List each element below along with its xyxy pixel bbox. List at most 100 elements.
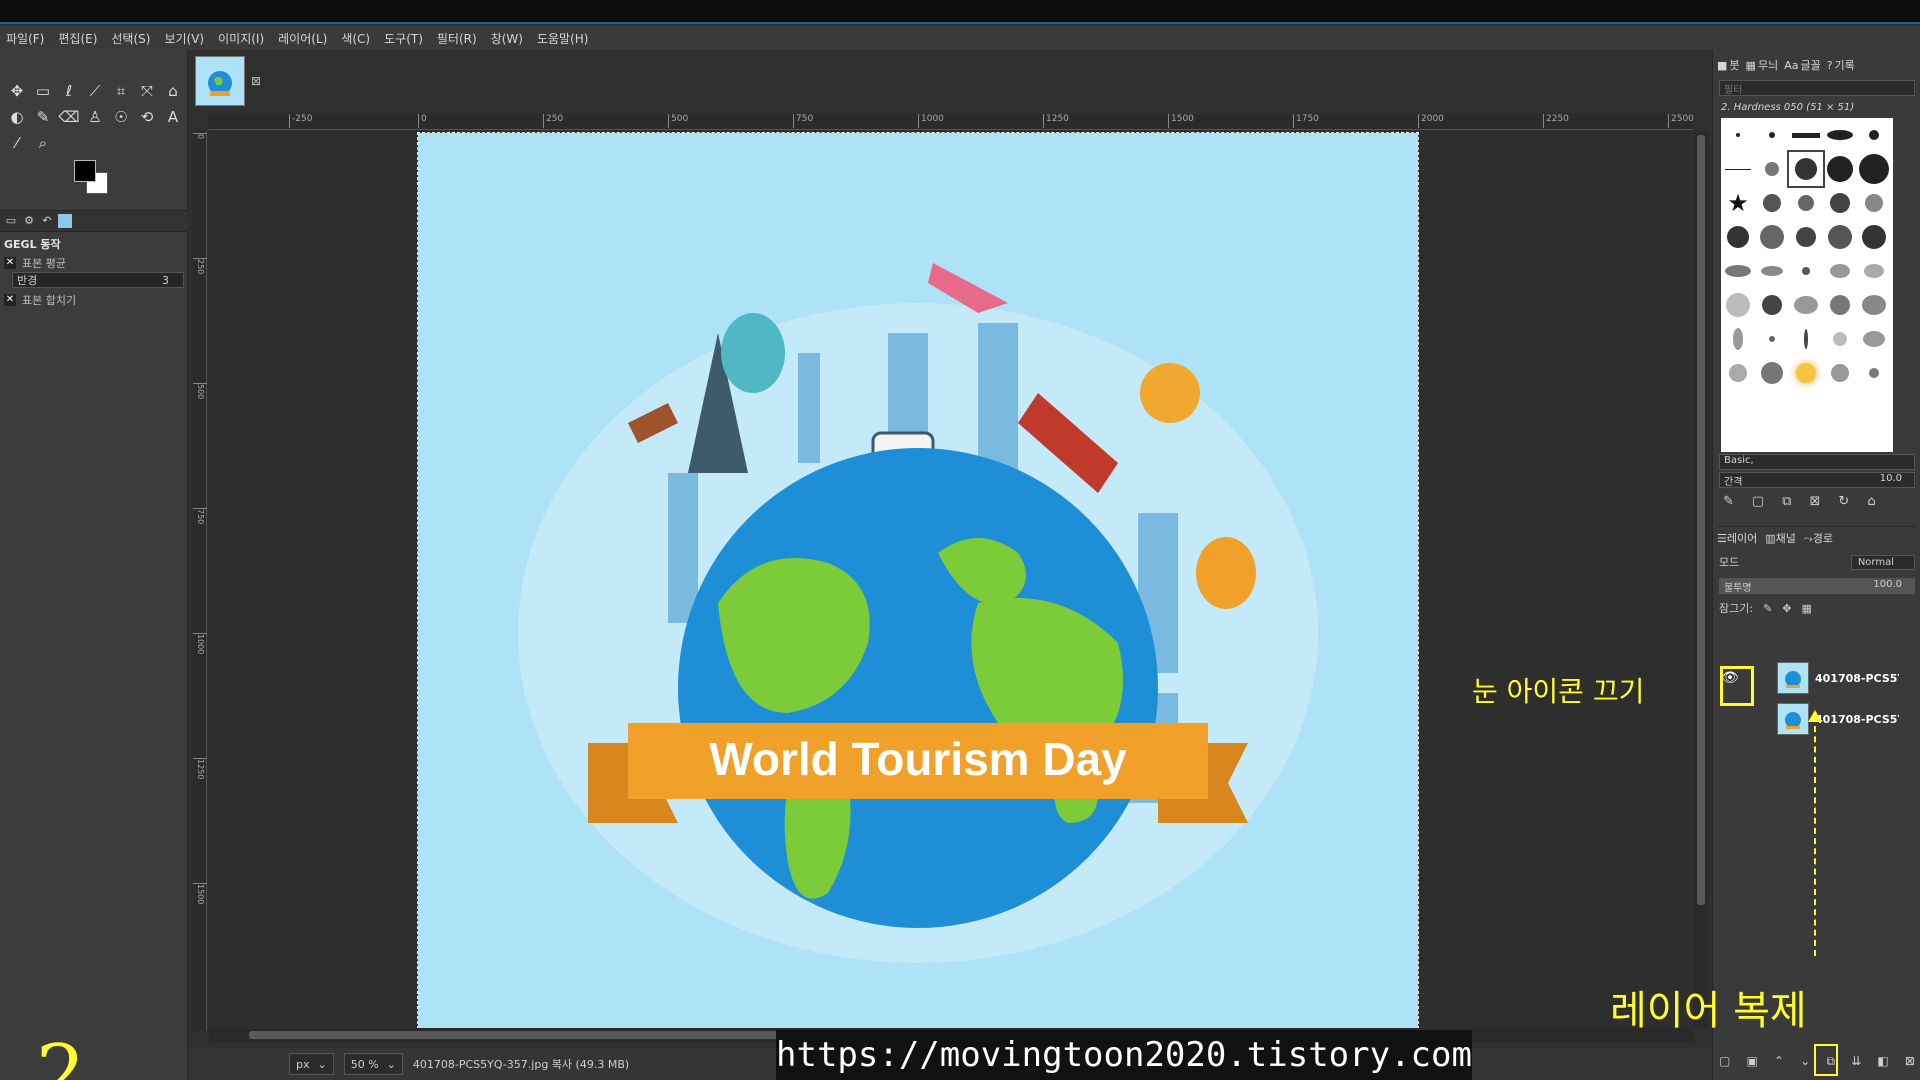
tool-options-tab-icon[interactable]: ▭: [4, 214, 18, 228]
brush-item[interactable]: [1857, 220, 1891, 254]
smudge-tool-icon[interactable]: ☉: [108, 104, 134, 130]
brush-item[interactable]: [1789, 118, 1823, 152]
menu-windows[interactable]: 창(W): [491, 30, 523, 47]
menu-tools[interactable]: 도구(T): [384, 30, 423, 47]
bucket-fill-tool-icon[interactable]: ◐: [4, 104, 30, 130]
brush-item[interactable]: [1755, 254, 1789, 288]
merge-layer-icon[interactable]: ⇊: [1851, 1054, 1861, 1069]
lock-alpha-icon[interactable]: ▦: [1802, 602, 1812, 615]
vertical-scroll-thumb[interactable]: [1697, 135, 1705, 905]
color-picker-tool-icon[interactable]: ⁄: [4, 130, 30, 156]
brush-item[interactable]: [1823, 356, 1857, 390]
lock-pixels-icon[interactable]: ✎: [1763, 602, 1772, 615]
brush-item[interactable]: [1721, 288, 1755, 322]
brush-item[interactable]: [1721, 254, 1755, 288]
sample-average-option[interactable]: ✕ 표본 평균: [4, 255, 66, 271]
menu-select[interactable]: 선택(S): [111, 30, 150, 47]
brush-item[interactable]: [1789, 254, 1823, 288]
brush-grid[interactable]: ★: [1721, 118, 1893, 452]
layer-name[interactable]: 401708-PCS5YQ: [1815, 672, 1899, 685]
layer-name[interactable]: 401708-PCS5YQ: [1815, 713, 1899, 726]
crop-tool-icon[interactable]: ⌗: [108, 78, 134, 104]
zoom-tool-icon[interactable]: ⌕: [30, 130, 56, 156]
brush-item[interactable]: [1755, 220, 1789, 254]
brush-item[interactable]: [1857, 254, 1891, 288]
checkbox-icon[interactable]: ✕: [4, 294, 16, 306]
images-tab-icon[interactable]: [58, 214, 72, 228]
brush-item[interactable]: [1721, 152, 1755, 186]
layer-mode-select[interactable]: Normal: [1850, 554, 1915, 570]
menu-view[interactable]: 보기(V): [164, 30, 204, 47]
new-brush-icon[interactable]: ▢: [1752, 494, 1764, 509]
fuzzy-select-tool-icon[interactable]: ⟋: [82, 78, 108, 104]
radius-spinner[interactable]: 반경 3: [12, 272, 184, 288]
foreground-color[interactable]: [74, 160, 96, 182]
fg-bg-colors[interactable]: [74, 160, 118, 204]
brush-item[interactable]: [1721, 356, 1755, 390]
undo-history-tab-icon[interactable]: ↶: [40, 214, 54, 228]
visibility-eye-off-icon[interactable]: [1717, 706, 1743, 732]
brush-item[interactable]: [1721, 118, 1755, 152]
tab-brushes[interactable]: ■ 붓: [1717, 57, 1740, 73]
menu-filters[interactable]: 필터(R): [437, 30, 477, 47]
warp-tool-icon[interactable]: ⌂: [160, 78, 186, 104]
brush-item[interactable]: [1823, 152, 1857, 186]
brush-filter-input[interactable]: 필터: [1719, 80, 1915, 96]
new-layer-group-icon[interactable]: ▣: [1747, 1054, 1758, 1069]
brush-item[interactable]: [1789, 322, 1823, 356]
menu-layer[interactable]: 레이어(L): [278, 30, 327, 47]
brush-item[interactable]: ★: [1721, 186, 1755, 220]
menu-image[interactable]: 이미지(I): [218, 30, 264, 47]
brush-item-selected[interactable]: [1787, 150, 1825, 188]
layer-mask-icon[interactable]: ◧: [1877, 1054, 1888, 1069]
brush-item[interactable]: [1755, 152, 1789, 186]
brush-item[interactable]: [1857, 322, 1891, 356]
refresh-brushes-icon[interactable]: ↻: [1838, 494, 1849, 509]
brush-item[interactable]: [1857, 288, 1891, 322]
menu-help[interactable]: 도움말(H): [537, 30, 589, 47]
brush-item[interactable]: [1721, 220, 1755, 254]
brush-item[interactable]: [1721, 322, 1755, 356]
lasso-tool-icon[interactable]: ℓ: [56, 78, 82, 104]
paintbrush-tool-icon[interactable]: ✎: [30, 104, 56, 130]
brush-item[interactable]: [1755, 288, 1789, 322]
paths-tool-icon[interactable]: ⟲: [134, 104, 160, 130]
text-tool-icon[interactable]: A: [160, 104, 186, 130]
tab-fonts[interactable]: Aa 글꼴: [1784, 57, 1821, 73]
canvas-area[interactable]: World Tourism Day: [209, 131, 1693, 1028]
eraser-tool-icon[interactable]: ⌫: [56, 104, 82, 130]
brush-item[interactable]: [1755, 322, 1789, 356]
raise-layer-icon[interactable]: ⌃: [1774, 1054, 1784, 1069]
edit-brush-icon[interactable]: ✎: [1723, 494, 1734, 509]
menu-file[interactable]: 파일(F): [6, 30, 44, 47]
close-tab-icon[interactable]: ⊠: [251, 74, 261, 88]
sample-merged-option[interactable]: ✕ 표본 합치기: [4, 292, 76, 308]
brush-item[interactable]: [1823, 220, 1857, 254]
brush-item[interactable]: [1857, 118, 1891, 152]
brush-preset-select[interactable]: Basic,: [1719, 454, 1915, 470]
brush-folder-icon[interactable]: ⌂: [1867, 494, 1875, 509]
delete-brush-icon[interactable]: ⊠: [1810, 494, 1821, 509]
brush-item[interactable]: [1857, 152, 1891, 186]
brush-item[interactable]: [1755, 186, 1789, 220]
checkbox-icon[interactable]: ✕: [4, 257, 16, 269]
vertical-scrollbar[interactable]: [1694, 131, 1708, 1028]
device-status-tab-icon[interactable]: ⚙: [22, 214, 36, 228]
brush-item[interactable]: [1789, 186, 1823, 220]
rect-select-tool-icon[interactable]: ▭: [30, 78, 56, 104]
tab-paths[interactable]: ⤳경로: [1804, 530, 1833, 546]
tab-history[interactable]: ? 기록: [1827, 57, 1855, 73]
brush-item[interactable]: [1857, 356, 1891, 390]
new-layer-icon[interactable]: ▢: [1719, 1054, 1730, 1069]
brush-item[interactable]: [1823, 254, 1857, 288]
brush-spacing-spinner[interactable]: 간격 10.0: [1719, 472, 1915, 488]
delete-layer-icon[interactable]: ⊠: [1905, 1054, 1915, 1069]
tab-patterns[interactable]: ▦ 무늬: [1746, 57, 1779, 73]
brush-item[interactable]: [1789, 356, 1823, 390]
brush-item[interactable]: [1857, 186, 1891, 220]
clone-tool-icon[interactable]: ♙: [82, 104, 108, 130]
tab-layers[interactable]: ☰레이어: [1717, 530, 1757, 546]
brush-item[interactable]: [1755, 356, 1789, 390]
image-tab-thumbnail[interactable]: [195, 56, 245, 106]
brush-item[interactable]: [1789, 220, 1823, 254]
